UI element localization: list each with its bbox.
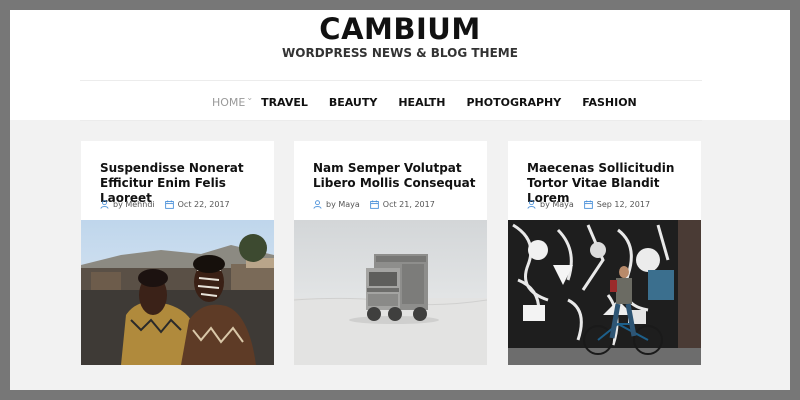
nav-item-photography[interactable]: PHOTOGRAPHY (466, 96, 561, 109)
page-frame: CAMBIUM WORDPRESS NEWS & BLOG THEME HOME… (10, 10, 790, 390)
nav-divider-bottom (80, 120, 702, 121)
post-date[interactable]: Oct 21, 2017 (383, 200, 435, 209)
post-meta: by Mehndi Oct 22, 2017 (100, 200, 230, 209)
post-author[interactable]: by Maya (326, 200, 360, 209)
nav-divider-top (80, 80, 702, 81)
post-meta: by Maya Sep 12, 2017 (527, 200, 650, 209)
post-title-line: Suspendisse Nonerat (100, 161, 244, 175)
post-date[interactable]: Sep 12, 2017 (597, 200, 650, 209)
nav-item-beauty[interactable]: BEAUTY (329, 96, 377, 109)
nav-item-label: BEAUTY (328, 95, 378, 109)
calendar-icon (583, 200, 593, 209)
post-meta: by Maya Oct 21, 2017 (313, 200, 435, 209)
nav-item-health[interactable]: HEALTH (398, 96, 445, 109)
post-title-line: Libero Mollis Consequat (313, 176, 476, 190)
post-title-line: Nam Semper Volutpat (313, 161, 462, 175)
nav-item-label: PHOTOGRAPHY (466, 95, 562, 109)
site-header: CAMBIUM WORDPRESS NEWS & BLOG THEME HOME… (10, 10, 790, 121)
chevron-down-icon: ⌄ (246, 92, 254, 102)
post-date[interactable]: Oct 22, 2017 (178, 200, 230, 209)
nav-item-label: FASHION (582, 95, 637, 109)
nav-item-label: HOME (212, 95, 246, 109)
user-icon (100, 200, 109, 209)
nav-item-travel[interactable]: TRAVEL (261, 96, 308, 109)
post-title[interactable]: Nam Semper Volutpat Libero Mollis Conseq… (313, 161, 483, 191)
nav-item-home[interactable]: HOME ⌄ (212, 92, 254, 109)
post-image-portrait[interactable] (81, 220, 274, 365)
site-tagline: WORDPRESS NEWS & BLOG THEME (282, 46, 518, 60)
post-card: Maecenas Sollicitudin Tortor Vitae Bland… (508, 141, 701, 365)
user-icon (313, 200, 322, 209)
calendar-icon (369, 200, 379, 209)
calendar-icon (164, 200, 174, 209)
site-title[interactable]: CAMBIUM (10, 12, 790, 46)
post-author[interactable]: by Mehndi (113, 200, 155, 209)
post-card: Suspendisse Nonerat Efficitur Enim Felis… (81, 141, 274, 365)
post-title-line: Maecenas Sollicitudin (527, 161, 675, 175)
post-author[interactable]: by Maya (540, 200, 574, 209)
post-card: Nam Semper Volutpat Libero Mollis Conseq… (294, 141, 487, 365)
nav-item-fashion[interactable]: FASHION (582, 96, 637, 109)
nav-item-label: TRAVEL (261, 95, 308, 109)
nav-item-label: HEALTH (398, 95, 446, 109)
post-image-truck[interactable] (294, 220, 487, 365)
main-nav: HOME ⌄ TRAVEL BEAUTY HEALTH PHOTOGRAPHY … (212, 92, 637, 110)
post-image-street-art[interactable] (508, 220, 701, 365)
user-icon (527, 200, 536, 209)
